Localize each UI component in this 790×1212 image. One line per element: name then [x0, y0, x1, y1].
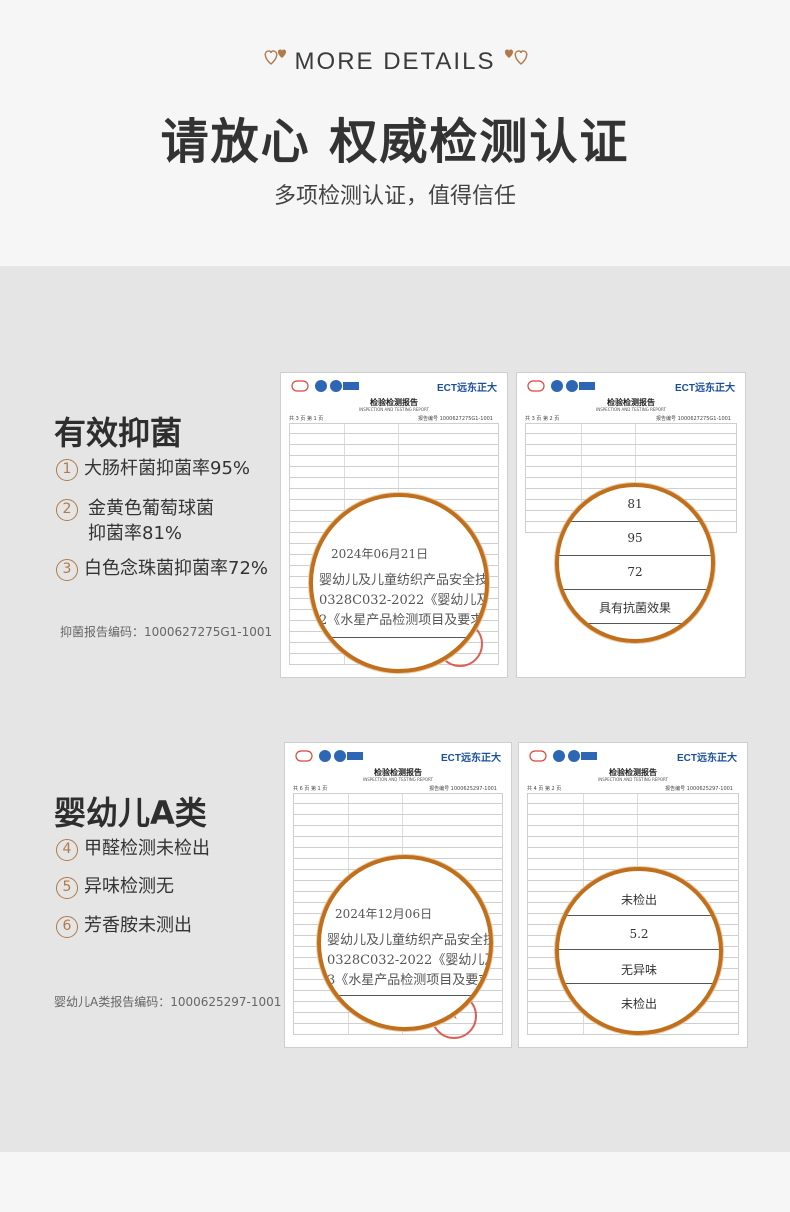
report-number: 报告编号 1000625297-1001	[429, 786, 497, 792]
report-subtitle: INSPECTION AND TESTING REPORT	[359, 407, 429, 412]
feature-item: 金黄色葡萄球菌	[88, 498, 214, 519]
report-number: 报告编号 1000627275G1-1001	[656, 416, 731, 422]
test-report-image: ECT远东正大 检验检测报告 INSPECTION AND TESTING RE…	[516, 372, 746, 678]
feature-item: 甲醛检测未检出	[84, 838, 210, 859]
page-title: 请放心 权威检测认证	[160, 114, 630, 170]
feature-item: 芳香胺未测出	[84, 915, 192, 936]
certification-logos-icon	[295, 750, 363, 762]
number-badge-1: 1	[56, 459, 78, 481]
magnifier-zoom: 未检出 5.2 无异味 未检出	[555, 867, 723, 1035]
ect-logo-text: ECT远东正大	[441, 753, 501, 764]
number-badge-5: 5	[56, 877, 78, 899]
ect-logo-text: ECT远东正大	[675, 383, 735, 394]
result-value: 81	[627, 497, 643, 511]
report-subtitle: INSPECTION AND TESTING REPORT	[598, 777, 668, 782]
standard-line: 婴幼儿及儿童纺织产品安全技	[327, 933, 493, 948]
report-date: 2024年12月06日	[335, 907, 433, 921]
result-value: 无异味	[620, 963, 657, 977]
standard-line: 婴幼儿及儿童纺织产品安全技术规	[319, 573, 489, 588]
magnifier-zoom: 81 95 72 具有抗菌效果	[555, 483, 715, 643]
feature-item: 异味检测无	[84, 876, 174, 897]
footer-spacer	[0, 1152, 790, 1212]
report-date: 2024年06月21日	[331, 547, 429, 561]
magnifier-zoom: 2024年06月21日 婴幼儿及儿童纺织产品安全技术规 0328C032-202…	[309, 493, 489, 673]
report-page: 共 3 页 第 2 页	[525, 416, 560, 422]
test-report-image: ECT远东正大 检验检测报告 INSPECTION AND TESTING RE…	[284, 742, 512, 1048]
test-report-image: ECT远东正大 检验检测报告 INSPECTION AND TESTING RE…	[280, 372, 508, 678]
ect-logo-text: ECT远东正大	[437, 383, 497, 394]
section-title-class-a: 婴幼儿A类	[54, 794, 207, 832]
report-page: 共 6 页 第 1 页	[293, 786, 328, 792]
standard-line: 0328C032-2022《婴幼儿及儿童	[327, 953, 489, 968]
report-number: 报告编号 1000627275G1-1001	[418, 416, 493, 422]
feature-item: 大肠杆菌抑菌率95%	[84, 458, 251, 479]
certification-panel: 有效抑菌 1 大肠杆菌抑菌率95% 2 金黄色葡萄球菌 抑菌率81% 3 白色念…	[0, 266, 790, 1152]
report-code: 婴幼儿A类报告编码：1000625297-1001	[54, 995, 282, 1009]
number-badge-3: 3	[56, 559, 78, 581]
ect-logo-text: ECT远东正大	[677, 753, 737, 764]
number-badge-4: 4	[56, 839, 78, 861]
number-badge-2: 2	[56, 499, 78, 521]
result-value: 未检出	[620, 997, 657, 1011]
test-report-image: ECT远东正大 检验检测报告 INSPECTION AND TESTING RE…	[518, 742, 748, 1048]
standard-line: 0328C032-2022《婴幼儿及儿童纺	[319, 593, 489, 608]
report-page: 共 4 页 第 2 页	[527, 786, 562, 792]
standard-line: 2《水星产品检测项目及要求》床	[319, 613, 485, 628]
feature-item: 抑菌率81%	[88, 523, 183, 544]
number-badge-6: 6	[56, 916, 78, 938]
certification-logos-icon	[529, 750, 597, 762]
result-value: 未检出	[620, 893, 657, 907]
eyebrow-text: MORE DETAILS	[294, 48, 496, 75]
result-value: 5.2	[629, 927, 649, 941]
certification-logos-icon	[291, 380, 359, 392]
page-subtitle: 多项检测认证，值得信任	[273, 184, 516, 209]
report-subtitle: INSPECTION AND TESTING REPORT	[363, 777, 433, 782]
report-subtitle: INSPECTION AND TESTING REPORT	[596, 407, 666, 412]
section-title-antibacterial: 有效抑菌	[54, 414, 183, 452]
standard-line: 3《水星产品检测项目及要求》	[327, 973, 493, 988]
report-code: 抑菌报告编码：1000627275G1-1001	[60, 625, 273, 639]
result-value: 具有抗菌效果	[598, 601, 671, 615]
report-number: 报告编号 1000625297-1001	[665, 786, 733, 792]
hearts-icon-right	[504, 49, 528, 65]
result-value: 72	[627, 565, 643, 579]
result-value: 95	[627, 531, 643, 545]
report-page: 共 3 页 第 1 页	[289, 416, 324, 422]
certification-logos-icon	[527, 380, 595, 392]
header: MORE DETAILS 请放心 权威检测认证 多项检测认证，值得信任	[0, 0, 790, 266]
magnifier-zoom: 2024年12月06日 婴幼儿及儿童纺织产品安全技 0328C032-2022《…	[317, 855, 493, 1031]
feature-item: 白色念珠菌抑菌率72%	[84, 558, 269, 579]
